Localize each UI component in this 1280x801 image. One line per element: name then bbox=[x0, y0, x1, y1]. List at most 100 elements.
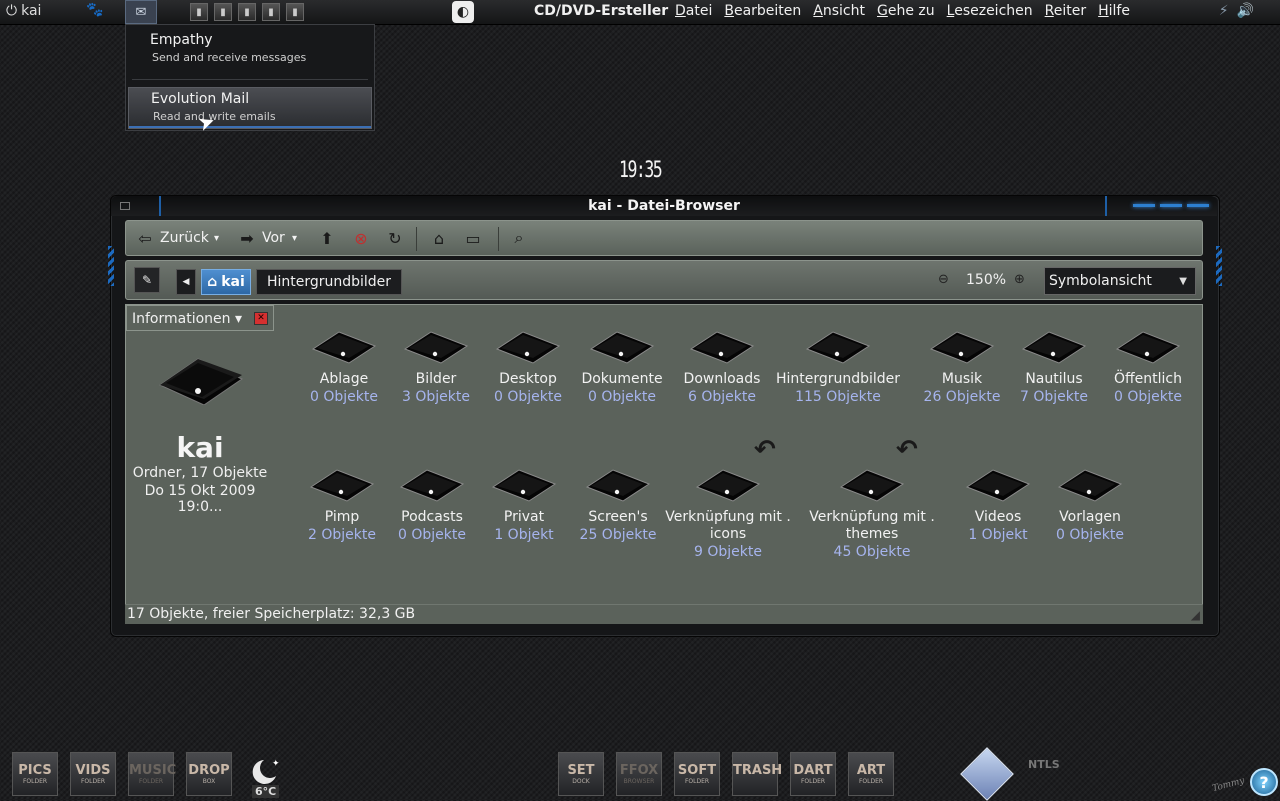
gnome-foot-icon[interactable]: 🐾 bbox=[86, 2, 103, 18]
menu-item-title: Evolution Mail bbox=[151, 91, 250, 107]
dock-button-soft[interactable]: SOFT FOLDER bbox=[674, 752, 720, 796]
dock-button-art[interactable]: ART FOLDER bbox=[848, 752, 894, 796]
menu-bearbeiten[interactable]: Bearbeiten bbox=[724, 3, 801, 19]
dock-button-sublabel: DOCK bbox=[572, 778, 590, 785]
breadcrumb-home-label: kai bbox=[221, 274, 245, 290]
launcher-icon[interactable]: ▮ bbox=[262, 3, 280, 21]
folder-item[interactable]: Verknüpfung mit . icons 9 Objekte bbox=[658, 467, 798, 562]
dock-button-label: SOFT bbox=[677, 763, 717, 778]
volume-icon[interactable]: 🔊 bbox=[1237, 3, 1254, 19]
dock-button-set[interactable]: SET DOCK bbox=[558, 752, 604, 796]
view-mode-select[interactable]: Symbolansicht ▼ bbox=[1044, 267, 1196, 295]
home-icon: ⌂ bbox=[433, 228, 445, 248]
breadcrumb-scroll-left[interactable]: ◀ bbox=[176, 269, 196, 295]
dock-button-drop[interactable]: DROP BOX bbox=[186, 752, 232, 796]
close-button[interactable] bbox=[1187, 204, 1209, 207]
desktop-clock: 19:35 bbox=[619, 158, 663, 183]
reload-button[interactable]: ↻ bbox=[384, 227, 406, 249]
toolbar-separator bbox=[498, 227, 499, 251]
chevron-down-icon: ▼ bbox=[1179, 276, 1187, 287]
dock-button-dart[interactable]: DART FOLDER bbox=[790, 752, 836, 796]
folder-item[interactable]: Verknüpfung mit . themes 45 Objekte bbox=[802, 467, 942, 562]
folder-preview-icon bbox=[154, 355, 246, 409]
up-button[interactable]: ⬆ bbox=[316, 227, 338, 249]
dock-button-sublabel: BOX bbox=[202, 778, 216, 785]
launcher-icon[interactable]: ▮ bbox=[190, 3, 208, 21]
folder-count: 0 Objekte bbox=[1114, 389, 1182, 405]
menu-reiter[interactable]: Reiter bbox=[1045, 3, 1086, 19]
folder-item[interactable]: Öffentlich 0 Objekte bbox=[1078, 329, 1218, 407]
symlink-emblem-icon: ↶ bbox=[896, 435, 918, 465]
back-button[interactable]: ⇦ Zurück bbox=[134, 227, 209, 249]
corner-launcher-icon[interactable]: ? bbox=[1250, 768, 1278, 796]
dock-button-label: FFOX bbox=[619, 763, 659, 778]
home-button[interactable]: ⌂ bbox=[428, 227, 450, 249]
dock-button-sublabel: FOLDER bbox=[858, 778, 884, 785]
frame-glow bbox=[108, 246, 114, 286]
launcher-icon[interactable]: ▮ bbox=[238, 3, 256, 21]
minimize-button[interactable] bbox=[1133, 204, 1155, 207]
dock-button-label: MUSIC bbox=[129, 763, 177, 778]
menu-item-empathy[interactable]: Empathy Send and receive messages bbox=[128, 29, 372, 75]
forward-history-dropdown[interactable]: ▾ bbox=[292, 227, 297, 249]
folder-item[interactable]: Vorlagen 0 Objekte bbox=[1020, 467, 1160, 545]
dock-button-label: VIDS bbox=[75, 763, 111, 778]
user-menu[interactable]: ⏻ kai bbox=[6, 3, 41, 19]
folder-name: Hintergrundbilder bbox=[775, 371, 901, 387]
network-icon[interactable]: ⚡ bbox=[1219, 3, 1229, 19]
global-menu: Datei Bearbeiten Ansicht Gehe zu Lesezei… bbox=[675, 3, 1130, 19]
dock-button-vids[interactable]: VIDS FOLDER bbox=[70, 752, 116, 796]
stop-button[interactable]: ⊗ bbox=[350, 227, 372, 249]
resize-grip-icon[interactable]: ◢ bbox=[1191, 608, 1200, 622]
chevron-down-icon: ▾ bbox=[214, 232, 220, 244]
launcher-icon[interactable]: ▮ bbox=[214, 3, 232, 21]
dock-button-ffox[interactable]: FFOX BROWSER bbox=[616, 752, 662, 796]
sidebar-folder-info: Ordner, 17 Objekte bbox=[132, 465, 268, 481]
dock-button-trash[interactable]: TRASH bbox=[732, 752, 782, 796]
menu-datei[interactable]: Datei bbox=[675, 3, 712, 19]
zoom-out-button[interactable]: ⊖ bbox=[938, 272, 949, 287]
folder-icon bbox=[585, 469, 651, 502]
window-titlebar[interactable]: kai - Datei-Browser bbox=[111, 196, 1217, 216]
dock-button-sublabel: FOLDER bbox=[800, 778, 826, 785]
sidebar-header: Informationen ▾ ✕ bbox=[126, 305, 274, 331]
launcher-icon[interactable]: ▮ bbox=[286, 3, 304, 21]
computer-button[interactable]: ▭ bbox=[462, 227, 484, 249]
back-history-dropdown[interactable]: ▾ bbox=[214, 227, 219, 249]
dock-button-pics[interactable]: PICS FOLDER bbox=[12, 752, 58, 796]
maximize-button[interactable] bbox=[1160, 204, 1182, 207]
dock-button-music[interactable]: MUSIC FOLDER bbox=[128, 752, 177, 796]
menu-lesezeichen[interactable]: Lesezeichen bbox=[947, 3, 1033, 19]
edit-location-button[interactable]: ✎ bbox=[134, 267, 160, 293]
window-title: kai - Datei-Browser bbox=[588, 198, 740, 214]
folder-count: 115 Objekte bbox=[795, 389, 881, 405]
menu-item-desc: Send and receive messages bbox=[152, 51, 307, 64]
dock-button-sublabel: FOLDER bbox=[22, 778, 48, 785]
menu-ansicht[interactable]: Ansicht bbox=[813, 3, 865, 19]
breadcrumb-folder[interactable]: Hintergrundbilder bbox=[256, 269, 402, 295]
folder-item[interactable]: Hintergrundbilder 115 Objekte bbox=[768, 329, 908, 407]
system-tray: ⚡ 🔊 bbox=[1219, 3, 1254, 19]
menu-gehe-zu[interactable]: Gehe zu bbox=[877, 3, 935, 19]
forward-button[interactable]: ➡ Vor bbox=[236, 227, 285, 249]
content-area: Informationen ▾ ✕ kai Ordner, 17 Objekte… bbox=[125, 304, 1203, 624]
window-controls bbox=[1133, 204, 1209, 207]
toolbar-separator bbox=[416, 227, 417, 251]
dock-button-label: SET bbox=[567, 763, 595, 778]
zoom-in-button[interactable]: ⊕ bbox=[1014, 272, 1025, 287]
breadcrumb-home[interactable]: ⌂ kai bbox=[201, 269, 251, 295]
close-sidebar-button[interactable]: ✕ bbox=[254, 312, 268, 325]
sidebar-title[interactable]: Informationen ▾ bbox=[132, 311, 242, 327]
menu-hilfe[interactable]: Hilfe bbox=[1098, 3, 1130, 19]
dock-button-label: ART bbox=[856, 763, 886, 778]
breadcrumb-folder-label: Hintergrundbilder bbox=[266, 274, 392, 290]
folder-count: 45 Objekte bbox=[833, 544, 911, 560]
mail-indicator-icon[interactable]: ✉ bbox=[125, 0, 157, 24]
status-text: 17 Objekte, freier Speicherplatz: 32,3 G… bbox=[127, 606, 416, 622]
menu-item-evolution-mail[interactable]: Evolution Mail Read and write emails bbox=[128, 87, 372, 129]
symlink-emblem-icon: ↶ bbox=[754, 435, 776, 465]
cube-app-icon[interactable] bbox=[960, 747, 1014, 801]
search-button[interactable]: ⌕ bbox=[508, 227, 530, 249]
toolbar: ⇦ Zurück ▾ ➡ Vor ▾ ⬆ ⊗ ↻ ⌂ ▭ ⌕ bbox=[125, 220, 1203, 256]
dock-button-sublabel: FOLDER bbox=[80, 778, 106, 785]
